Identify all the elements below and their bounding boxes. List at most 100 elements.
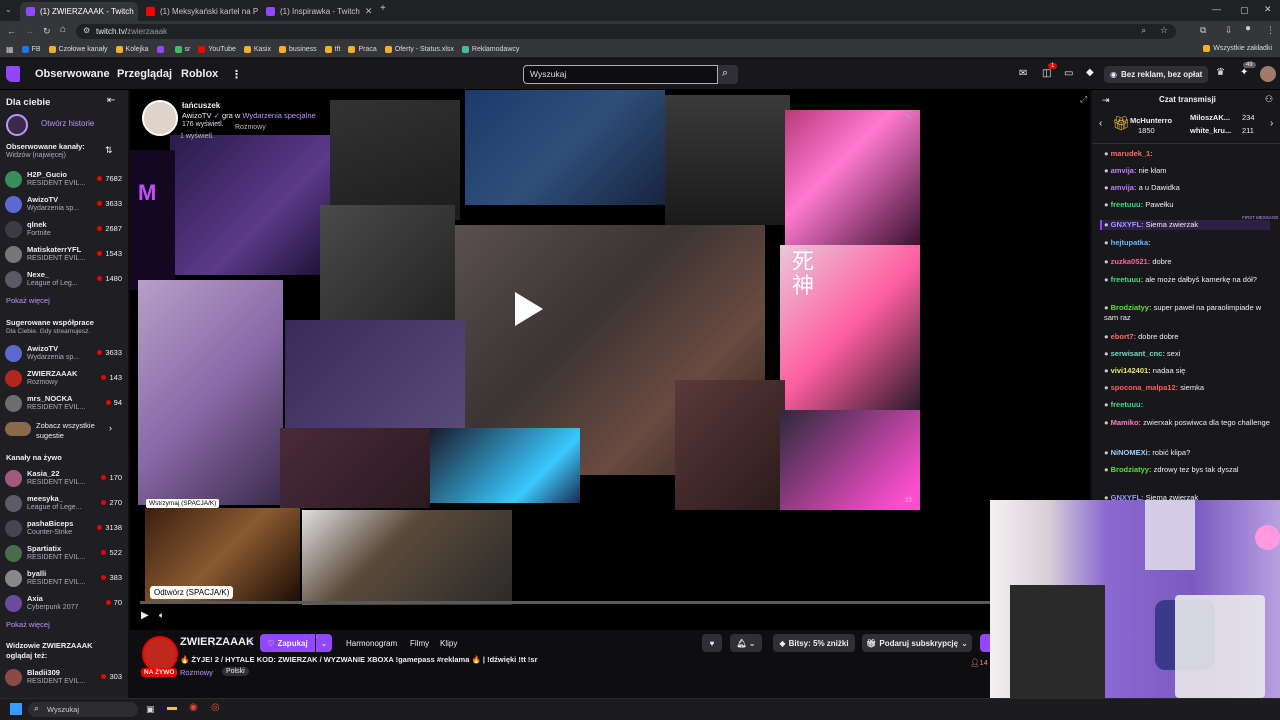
chat-username[interactable]: freetuuu: [1111, 400, 1144, 409]
also-channel-bladii309[interactable]: Bladii309 RESIDENT EVIL... 303 [5, 667, 125, 689]
chat-username[interactable]: freetuuu: [1111, 275, 1144, 284]
follow-dropdown[interactable]: ⌄ [316, 634, 332, 652]
followed-channel-awizotv[interactable]: AwizoTV Wydarzenia sp... 3633 [5, 194, 125, 216]
bookmark-business[interactable]: business [279, 45, 317, 53]
live-channel-axia[interactable]: Axia Cyberpunk 2077 70 [5, 593, 125, 615]
live-channel-kasia_22[interactable]: Kasia_22 RESIDENT EVIL... 170 [5, 468, 125, 490]
collab-channel-awizotv[interactable]: AwizoTV Wydarzenia sp... 3633 [5, 343, 125, 365]
all-bookmarks[interactable]: Wszystkie zakładki [1203, 45, 1272, 52]
collab-channel-mrs_nocka[interactable]: mrs_NOCKA RESIDENT EVIL... 94 [5, 393, 125, 415]
collapse-chat-icon[interactable]: ⇥ [1102, 95, 1110, 105]
close-icon[interactable]: ✕ [365, 6, 373, 17]
stream-category[interactable]: Rozmowy [180, 668, 213, 677]
live-channel-spartiatix[interactable]: Spartiatix RESIDENT EVIL... 522 [5, 543, 125, 565]
followed-channel-matiskaterryfl[interactable]: MatiskaterrYFL RESIDENT EVIL... 1543 [5, 244, 125, 266]
reload-icon[interactable]: ↻ [43, 26, 51, 36]
follow-button[interactable]: ♡ Zapukaj [260, 634, 315, 652]
inbox-icon[interactable]: ✉ [1019, 69, 1027, 79]
followed-channel-qlnek[interactable]: qlnek Fortnite 2687 [5, 219, 125, 241]
channel-name[interactable]: ZWIERZAAAK [180, 636, 254, 648]
taskbar-search[interactable]: ⌕ Wyszukaj [28, 702, 138, 717]
notifications-icon[interactable]: ◫ [1042, 69, 1051, 79]
chrome-icon[interactable]: ◉ [189, 703, 198, 713]
chat-username[interactable]: GNXYFL: [1111, 493, 1144, 500]
site-info-icon[interactable]: ⚙ [83, 26, 90, 35]
chat-username[interactable]: serwisant_cnc: [1111, 349, 1165, 358]
bookmark-oferty[interactable]: Oferty - Status.xlsx [384, 45, 454, 53]
bookmark-kasix[interactable]: Kasix [243, 45, 271, 53]
task-view-icon[interactable]: ▣ [146, 704, 155, 714]
bookmark-tft[interactable]: tft [324, 45, 340, 53]
collab-channel-zwierzaaak[interactable]: ZWIERZAAAK Rozmowy 143 [5, 368, 125, 390]
zoom-search-icon[interactable]: ⌕ [1142, 26, 1146, 36]
chat-username[interactable]: marudek_1: [1111, 149, 1153, 158]
channel-points-icon[interactable]: ✦ [1240, 68, 1248, 78]
minimize-icon[interactable]: — [1212, 4, 1221, 14]
tab-menu-icon[interactable]: ⌄ [5, 5, 12, 15]
twitch-logo-icon[interactable] [6, 66, 20, 82]
whispers-icon[interactable]: ▭ [1064, 69, 1073, 79]
video-player[interactable]: M 死神 łańcuszek AwizoTV ✓ gra w Wydarzeni… [130, 90, 1090, 630]
bookmark-praca[interactable]: Praca [348, 45, 377, 53]
tab-clips[interactable]: Klipy [440, 639, 457, 648]
expand-icon[interactable]: ⤢ [1080, 94, 1087, 105]
bookmark-reklamodawcy[interactable]: Reklamodawcy [461, 45, 519, 53]
apps-grid-icon[interactable]: ▦ [6, 45, 14, 54]
nav-more-icon[interactable]: ⋮ [231, 68, 242, 81]
show-more-followed[interactable]: Pokaż więcej [6, 296, 50, 305]
address-bar[interactable]: ⚙ twitch.tv/zwierzaaak ⌕ ☆ [76, 24, 1176, 39]
browser-menu-icon[interactable]: ⋮ [1266, 25, 1275, 35]
chat-username[interactable]: Brodziatyy: [1111, 465, 1152, 474]
bookmark-kolejka[interactable]: Kolejka [115, 45, 149, 53]
collapse-sidebar-icon[interactable]: ⇤ [107, 96, 115, 106]
crown-icon[interactable]: ♛ [1216, 68, 1225, 78]
home-icon[interactable]: ⌂ [60, 25, 66, 35]
nav-roblox[interactable]: Roblox [181, 68, 218, 80]
heart-button[interactable]: ♥ [702, 634, 722, 652]
channel-avatar[interactable] [142, 636, 178, 672]
bits-discount-button[interactable]: ◆ Bitsy: 5% zniżki [773, 634, 855, 652]
chevron-left-icon[interactable]: ‹ [1099, 118, 1102, 129]
back-icon[interactable]: ← [7, 26, 16, 36]
browser-tab-2[interactable]: (1) Meksykański kartel na Podla ✕ [140, 2, 258, 21]
sort-icon[interactable]: ⇅ [105, 145, 113, 155]
bookmark-sr[interactable]: sr [174, 45, 190, 53]
close-window-icon[interactable]: ✕ [1264, 4, 1272, 14]
live-channel-meesyka_[interactable]: meesyka_ League of Lege... 270 [5, 493, 125, 515]
chat-username[interactable]: hejtupatka: [1111, 238, 1151, 247]
clip-owner-avatar[interactable] [142, 100, 178, 136]
big-play-button[interactable] [511, 290, 545, 328]
nav-browse[interactable]: Przeglądaj [117, 68, 172, 80]
new-tab-icon[interactable]: + [380, 4, 386, 14]
extensions-icon[interactable]: ⧉ [1200, 25, 1206, 35]
player-settings-icon[interactable]: ✎ [905, 112, 913, 123]
user-avatar[interactable] [1260, 66, 1276, 82]
windows-start-icon[interactable] [10, 703, 22, 715]
see-all-suggestions[interactable]: Zobacz wszystkie sugestie › [5, 420, 125, 442]
chat-username[interactable]: vivi142401: [1111, 366, 1151, 375]
live-channel-byalli[interactable]: byalli RESIDENT EVIL... 383 [5, 568, 125, 590]
chat-username[interactable]: GNXYFL: [1111, 220, 1144, 229]
downloads-icon[interactable]: ⇩ [1225, 25, 1233, 35]
bookmark-twitch[interactable] [156, 45, 167, 53]
browser-tab-3[interactable]: (1) Inspirawka - Twitch ✕ [260, 2, 376, 21]
live-channel-pashabiceps[interactable]: pashaBiceps Counter-Strike 3138 [5, 518, 125, 540]
file-explorer-icon[interactable]: ▬ [167, 703, 177, 713]
show-more-live[interactable]: Pokaż więcej [6, 620, 50, 629]
chat-username[interactable]: Mamiko: [1111, 418, 1141, 427]
chat-username[interactable]: amvija: [1111, 166, 1137, 175]
search-input[interactable]: Wyszukaj [523, 65, 718, 84]
forward-icon[interactable]: → [25, 26, 34, 36]
tab-videos[interactable]: Filmy [410, 639, 429, 648]
chat-username[interactable]: NiNOMEXi: [1111, 448, 1151, 457]
chat-username[interactable]: amvija: [1111, 183, 1137, 192]
chat-username[interactable]: Brodziatyy: [1111, 303, 1152, 312]
clip-game[interactable]: Wydarzenia specjalne [242, 111, 315, 120]
bits-icon[interactable]: ◆ [1086, 68, 1094, 78]
language-tag[interactable]: Polski [222, 667, 249, 676]
chat-username[interactable]: zuzka0521: [1111, 257, 1151, 266]
chat-users-icon[interactable]: ⚇ [1265, 94, 1273, 104]
bookmark-star-icon[interactable]: ☆ [1160, 25, 1168, 36]
open-history-link[interactable]: Otwórz historie [41, 119, 94, 128]
clip-host[interactable]: AwizoTV [182, 111, 211, 120]
